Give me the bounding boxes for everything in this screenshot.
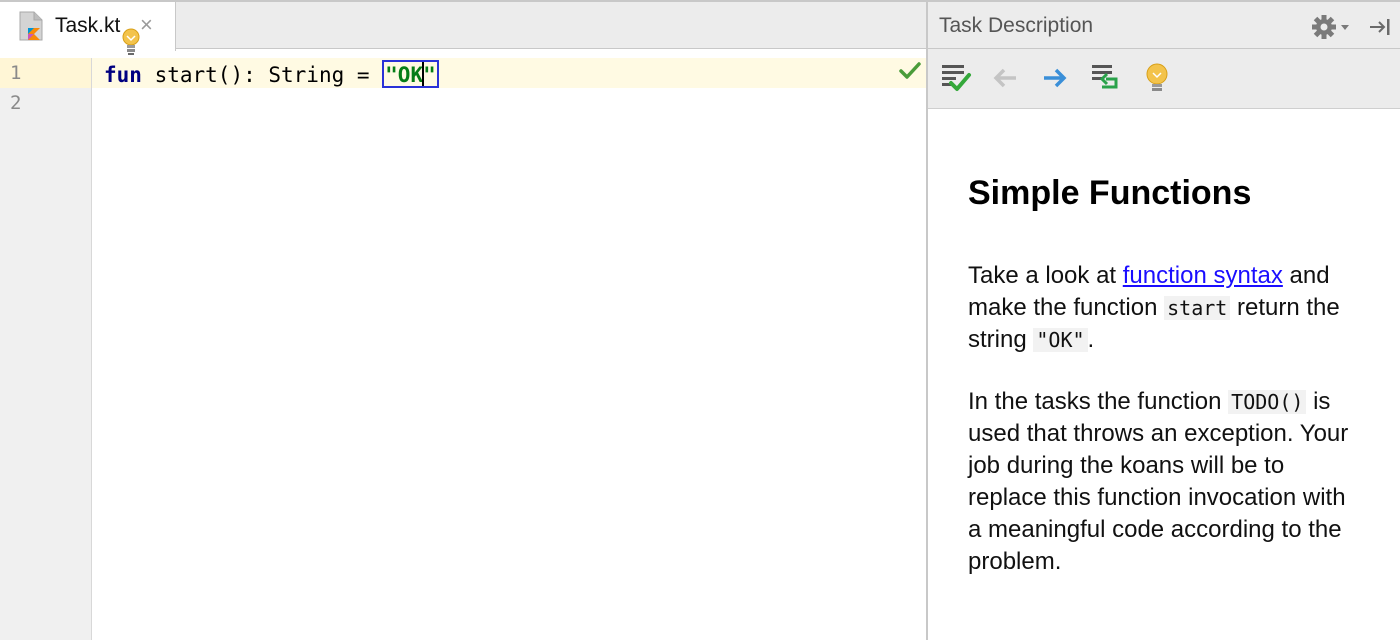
inline-code: start bbox=[1164, 296, 1231, 320]
checkmark-icon bbox=[899, 62, 921, 79]
function-syntax-link[interactable]: function syntax bbox=[1123, 262, 1283, 289]
gear-icon[interactable] bbox=[1312, 14, 1352, 40]
kotlin-file-icon bbox=[19, 11, 43, 41]
text: is used that throws an exception. Your j… bbox=[968, 388, 1349, 575]
line-number: 1 bbox=[10, 62, 22, 84]
text: . bbox=[1087, 326, 1095, 353]
reset-task-icon[interactable] bbox=[1088, 61, 1122, 95]
inline-code: TODO() bbox=[1228, 390, 1307, 414]
code-keyword: fun bbox=[104, 63, 142, 87]
task-content: Simple Functions Take a look at function… bbox=[968, 172, 1388, 608]
code-signature: start(): String = bbox=[141, 63, 383, 87]
task-paragraph-2: In the tasks the function TODO() is used… bbox=[968, 386, 1363, 578]
tab-label: Task.kt bbox=[55, 14, 121, 37]
task-heading: Simple Functions bbox=[968, 174, 1252, 212]
string-literal-highlight[interactable]: "OK" bbox=[382, 60, 439, 88]
next-task-icon[interactable] bbox=[1038, 61, 1072, 95]
task-toolbar bbox=[928, 49, 1400, 109]
panel-header: Task Description bbox=[928, 0, 1400, 49]
task-paragraph-1: Take a look at function syntax and make … bbox=[968, 260, 1363, 356]
hide-panel-icon[interactable] bbox=[1368, 16, 1392, 38]
string-literal-open: "OK bbox=[385, 63, 424, 87]
code-line-1[interactable]: fun start(): String = "OK" bbox=[104, 60, 439, 88]
panel-title: Task Description bbox=[939, 14, 1094, 37]
line-number-gutter bbox=[0, 58, 92, 640]
string-literal-close: " bbox=[423, 63, 436, 87]
text: Take a look at bbox=[968, 262, 1123, 289]
hint-icon[interactable] bbox=[1140, 61, 1174, 95]
tab-close-icon[interactable]: × bbox=[140, 14, 153, 36]
task-description-panel: Task Description Simple Functions Take a… bbox=[928, 0, 1400, 640]
tab-task-kt[interactable]: Task.kt × bbox=[0, 2, 176, 55]
editor-area[interactable]: Task.kt × 1 2 fun start(): String = "OK" bbox=[0, 0, 926, 640]
line-number: 2 bbox=[10, 92, 22, 114]
inline-code: "OK" bbox=[1033, 328, 1088, 352]
editor-tab-bar: Task.kt × bbox=[0, 0, 926, 55]
text: In the tasks the function bbox=[968, 388, 1229, 415]
check-task-icon[interactable] bbox=[938, 61, 972, 95]
previous-task-icon[interactable] bbox=[988, 61, 1022, 95]
